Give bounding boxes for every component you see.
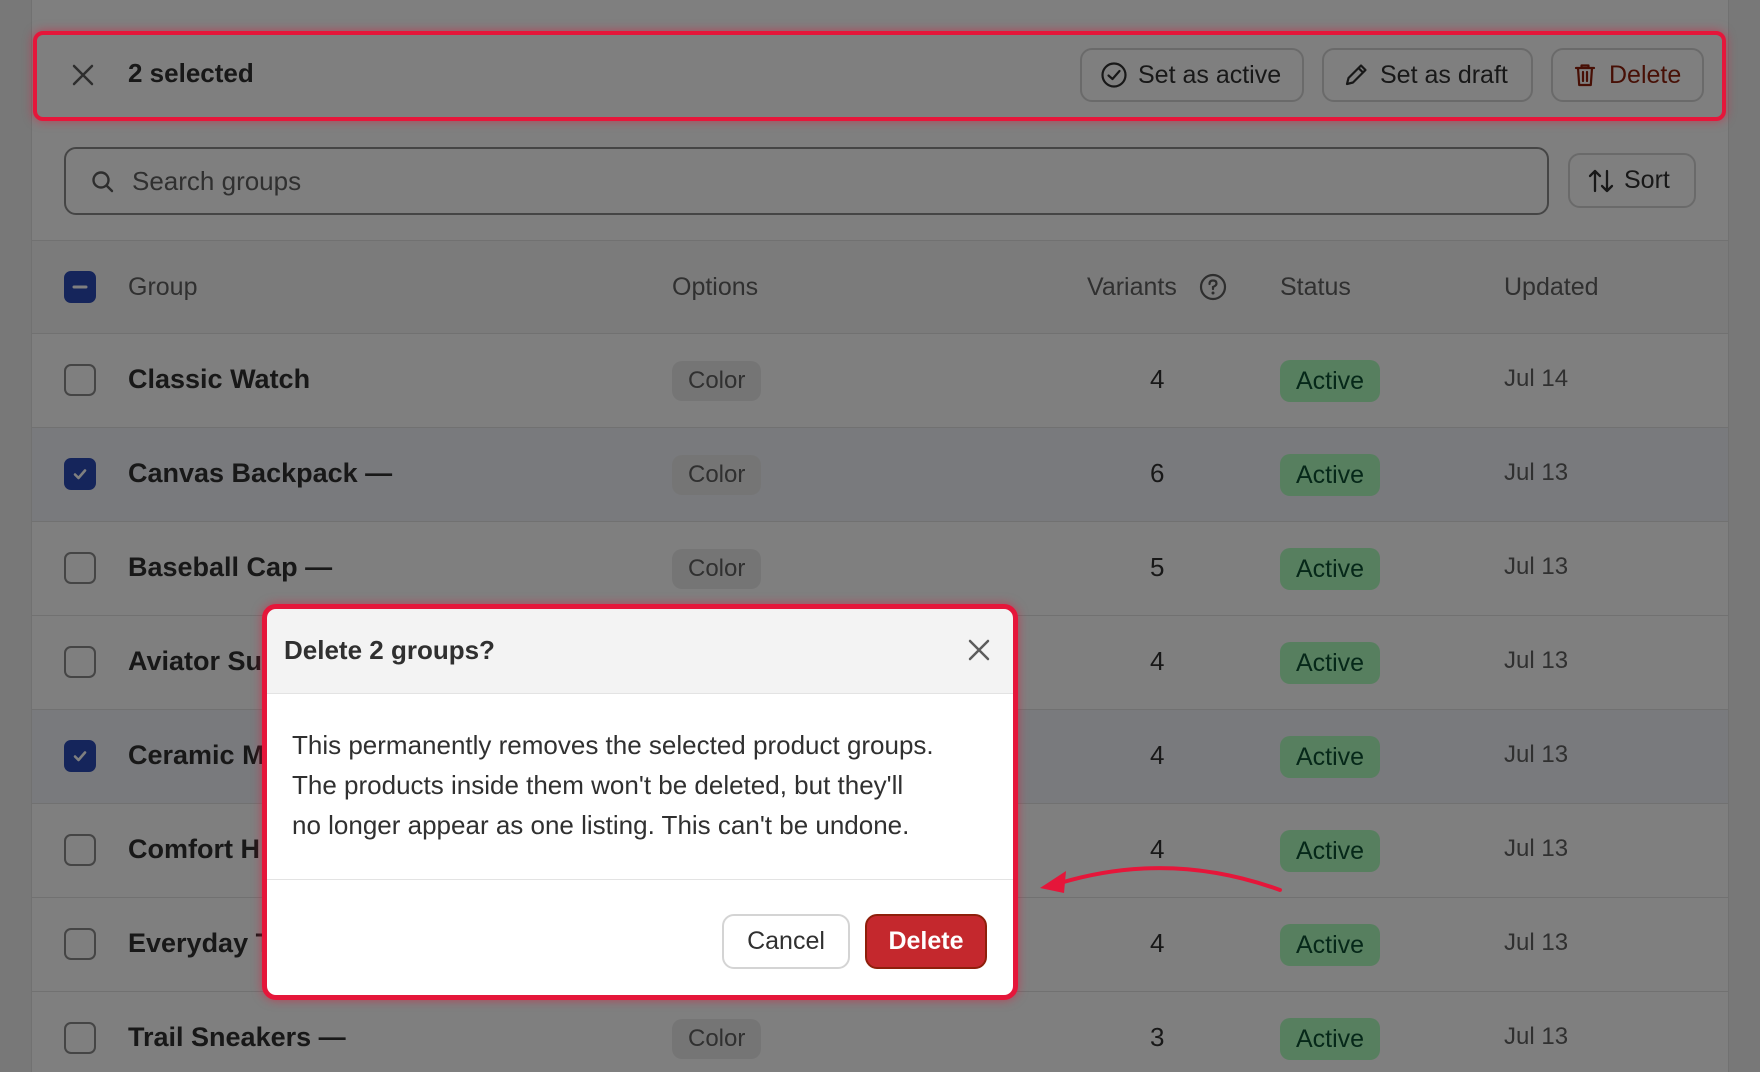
modal-header: Delete 2 groups? [264, 607, 1014, 694]
modal-body-line: no longer appear as one listing. This ca… [292, 810, 910, 840]
modal-footer: Cancel Delete [264, 879, 1014, 997]
app: 2 selected Set as active Set as draft De… [0, 0, 1760, 1072]
modal-body-line: The products inside them won't be delete… [292, 770, 904, 800]
annotation-arrow-icon [1040, 866, 1282, 893]
modal-body: This permanently removes the selected pr… [292, 725, 992, 845]
close-icon[interactable] [962, 633, 996, 667]
delete-confirmation-modal: Delete 2 groups? This permanently remove… [264, 607, 1014, 997]
modal-title: Delete 2 groups? [284, 635, 495, 665]
modal-body-line: This permanently removes the selected pr… [292, 730, 934, 760]
confirm-delete-button[interactable]: Delete [865, 914, 987, 969]
cancel-button[interactable]: Cancel [722, 914, 850, 969]
